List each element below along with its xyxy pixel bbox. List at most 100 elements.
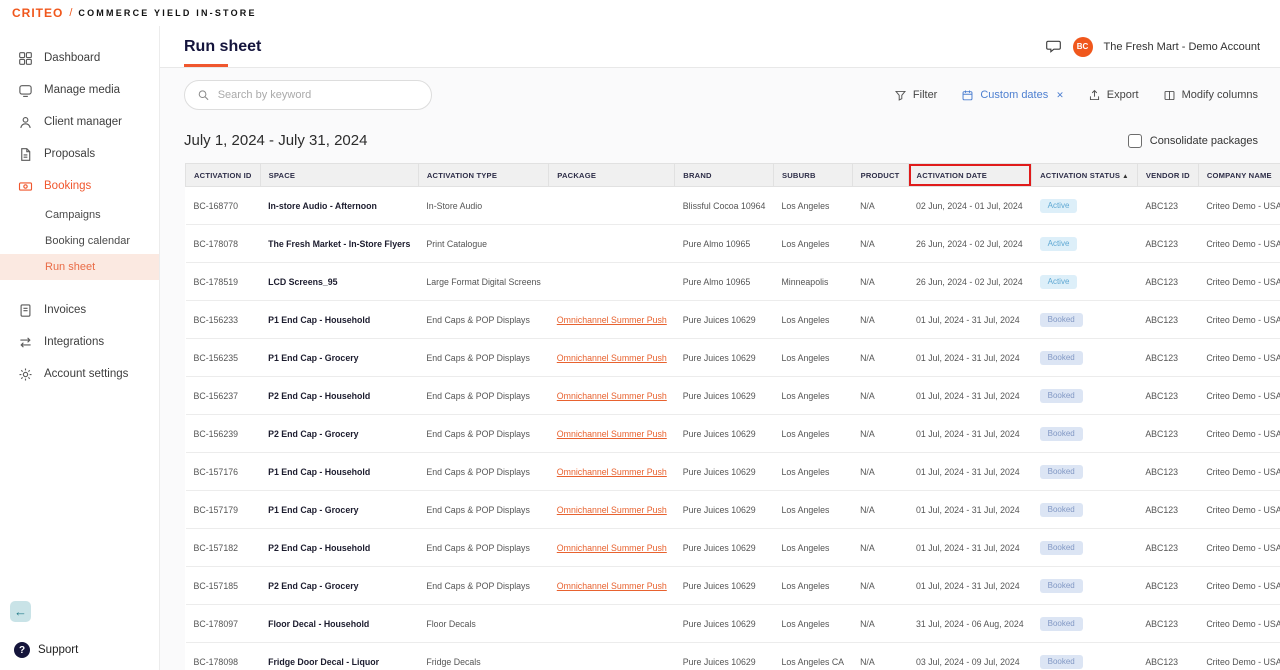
page-header: Run sheet BC The Fresh Mart - Demo Accou…	[160, 26, 1280, 68]
package-link[interactable]: Omnichannel Summer Push	[557, 581, 667, 591]
sidebar-item-run-sheet[interactable]: Run sheet	[0, 254, 159, 280]
cell-activation_id: BC-157185	[186, 567, 261, 605]
cell-activation_type: End Caps & POP Displays	[418, 453, 548, 491]
cell-activation_type: Fridge Decals	[418, 643, 548, 670]
cell-vendor_id: ABC123	[1137, 225, 1198, 263]
cell-product: N/A	[852, 453, 908, 491]
column-header-activation_type[interactable]: ACTIVATION TYPE	[418, 164, 548, 187]
filter-button[interactable]: Filter	[894, 89, 937, 102]
table-row[interactable]: BC-156233P1 End Cap - HouseholdEnd Caps …	[186, 301, 1280, 339]
table-row[interactable]: BC-156237P2 End Cap - HouseholdEnd Caps …	[186, 377, 1280, 415]
sidebar-item-label: Proposals	[44, 148, 95, 160]
sidebar-item-bookings[interactable]: Bookings	[0, 170, 159, 202]
table-row[interactable]: BC-178098Fridge Door Decal - LiquorFridg…	[186, 643, 1280, 670]
package-link[interactable]: Omnichannel Summer Push	[557, 391, 667, 401]
export-icon	[1088, 89, 1101, 102]
column-header-brand[interactable]: BRAND	[675, 164, 774, 187]
cell-package: Omnichannel Summer Push	[549, 529, 675, 567]
cell-activation_type: End Caps & POP Displays	[418, 415, 548, 453]
column-header-activation_id[interactable]: ACTIVATION ID	[186, 164, 261, 187]
table-row[interactable]: BC-157185P2 End Cap - GroceryEnd Caps & …	[186, 567, 1280, 605]
sidebar-item-account-settings[interactable]: Account settings	[0, 358, 159, 390]
table-row[interactable]: BC-178097Floor Decal - HouseholdFloor De…	[186, 605, 1280, 643]
cell-suburb: Los Angeles	[773, 605, 852, 643]
sidebar-item-integrations[interactable]: Integrations	[0, 326, 159, 358]
export-button[interactable]: Export	[1088, 89, 1139, 102]
cell-vendor_id: ABC123	[1137, 529, 1198, 567]
column-header-company_name[interactable]: COMPANY NAME	[1198, 164, 1280, 187]
table-row[interactable]: BC-168770In-store Audio - AfternoonIn-St…	[186, 187, 1280, 225]
column-header-vendor_id[interactable]: VENDOR ID	[1137, 164, 1198, 187]
column-header-package[interactable]: PACKAGE	[549, 164, 675, 187]
cell-brand: Pure Juices 10629	[675, 301, 774, 339]
support-button[interactable]: ? Support	[14, 642, 78, 658]
table-row[interactable]: BC-156235P1 End Cap - GroceryEnd Caps & …	[186, 339, 1280, 377]
table-row[interactable]: BC-178519LCD Screens_95Large Format Digi…	[186, 263, 1280, 301]
cell-space: Floor Decal - Household	[260, 605, 418, 643]
cell-suburb: Los Angeles	[773, 377, 852, 415]
status-badge: Booked	[1040, 313, 1083, 327]
package-link[interactable]: Omnichannel Summer Push	[557, 467, 667, 477]
cell-package: Omnichannel Summer Push	[549, 567, 675, 605]
consolidate-packages-toggle[interactable]: Consolidate packages	[1128, 134, 1258, 148]
modify-columns-button[interactable]: Modify columns	[1163, 89, 1258, 102]
cell-space: P1 End Cap - Household	[260, 301, 418, 339]
column-header-suburb[interactable]: SUBURB	[773, 164, 852, 187]
sidebar-item-booking-calendar[interactable]: Booking calendar	[0, 228, 159, 254]
cell-activation_status: Active	[1032, 263, 1138, 301]
sidebar-item-manage-media[interactable]: Manage media	[0, 74, 159, 106]
sidebar-item-invoices[interactable]: Invoices	[0, 294, 159, 326]
column-label: VENDOR ID	[1146, 171, 1190, 180]
cell-activation_date: 01 Jul, 2024 - 31 Jul, 2024	[908, 567, 1032, 605]
table-row[interactable]: BC-157182P2 End Cap - HouseholdEnd Caps …	[186, 529, 1280, 567]
cell-activation_id: BC-157179	[186, 491, 261, 529]
status-badge: Active	[1040, 199, 1078, 213]
column-header-space[interactable]: SPACE	[260, 164, 418, 187]
package-link[interactable]: Omnichannel Summer Push	[557, 353, 667, 363]
package-link[interactable]: Omnichannel Summer Push	[557, 315, 667, 325]
cell-brand: Pure Juices 10629	[675, 605, 774, 643]
cell-vendor_id: ABC123	[1137, 605, 1198, 643]
sidebar-item-proposals[interactable]: Proposals	[0, 138, 159, 170]
remove-dates-icon[interactable]: ✕	[1056, 90, 1064, 101]
package-link[interactable]: Omnichannel Summer Push	[557, 505, 667, 515]
sidebar-item-dashboard[interactable]: Dashboard	[0, 42, 159, 74]
cell-activation_id: BC-178097	[186, 605, 261, 643]
cell-brand: Blissful Cocoa 10964	[675, 187, 774, 225]
table-row[interactable]: BC-156239P2 End Cap - GroceryEnd Caps & …	[186, 415, 1280, 453]
column-header-activation_status[interactable]: ACTIVATION STATUS▲	[1032, 164, 1138, 187]
cell-company_name: Criteo Demo - USA	[1198, 263, 1280, 301]
package-link[interactable]: Omnichannel Summer Push	[557, 543, 667, 553]
cell-activation_status: Booked	[1032, 643, 1138, 670]
topbar: CRITEO / COMMERCE YIELD IN-STORE	[0, 0, 1280, 26]
cell-company_name: Criteo Demo - USA	[1198, 301, 1280, 339]
feedback-bubble-icon[interactable]	[1045, 38, 1062, 55]
table-row[interactable]: BC-157179P1 End Cap - GroceryEnd Caps & …	[186, 491, 1280, 529]
package-link[interactable]: Omnichannel Summer Push	[557, 429, 667, 439]
account-name[interactable]: The Fresh Mart - Demo Account	[1104, 41, 1261, 53]
column-header-activation_date[interactable]: ACTIVATION DATE	[908, 164, 1032, 187]
cell-package	[549, 605, 675, 643]
cell-product: N/A	[852, 567, 908, 605]
cell-company_name: Criteo Demo - USA	[1198, 643, 1280, 670]
sidebar-item-client-manager[interactable]: Client manager	[0, 106, 159, 138]
column-label: SUBURB	[782, 171, 816, 180]
cell-space: The Fresh Market - In-Store Flyers	[260, 225, 418, 263]
table-row[interactable]: BC-157176P1 End Cap - HouseholdEnd Caps …	[186, 453, 1280, 491]
column-header-product[interactable]: PRODUCT	[852, 164, 908, 187]
cell-package: Omnichannel Summer Push	[549, 339, 675, 377]
cell-activation_type: End Caps & POP Displays	[418, 491, 548, 529]
custom-dates-chip[interactable]: Custom dates ✕	[961, 89, 1063, 102]
cell-activation_type: Large Format Digital Screens	[418, 263, 548, 301]
collapse-sidebar-button[interactable]: ←	[10, 601, 31, 622]
cell-company_name: Criteo Demo - USA	[1198, 339, 1280, 377]
consolidate-checkbox[interactable]	[1128, 134, 1142, 148]
cell-activation_id: BC-156233	[186, 301, 261, 339]
cell-package: Omnichannel Summer Push	[549, 301, 675, 339]
cell-suburb: Los Angeles CA	[773, 643, 852, 670]
status-badge: Booked	[1040, 465, 1083, 479]
table-row[interactable]: BC-178078The Fresh Market - In-Store Fly…	[186, 225, 1280, 263]
sidebar-item-campaigns[interactable]: Campaigns	[0, 202, 159, 228]
avatar[interactable]: BC	[1073, 37, 1093, 57]
search-input[interactable]	[218, 89, 419, 101]
